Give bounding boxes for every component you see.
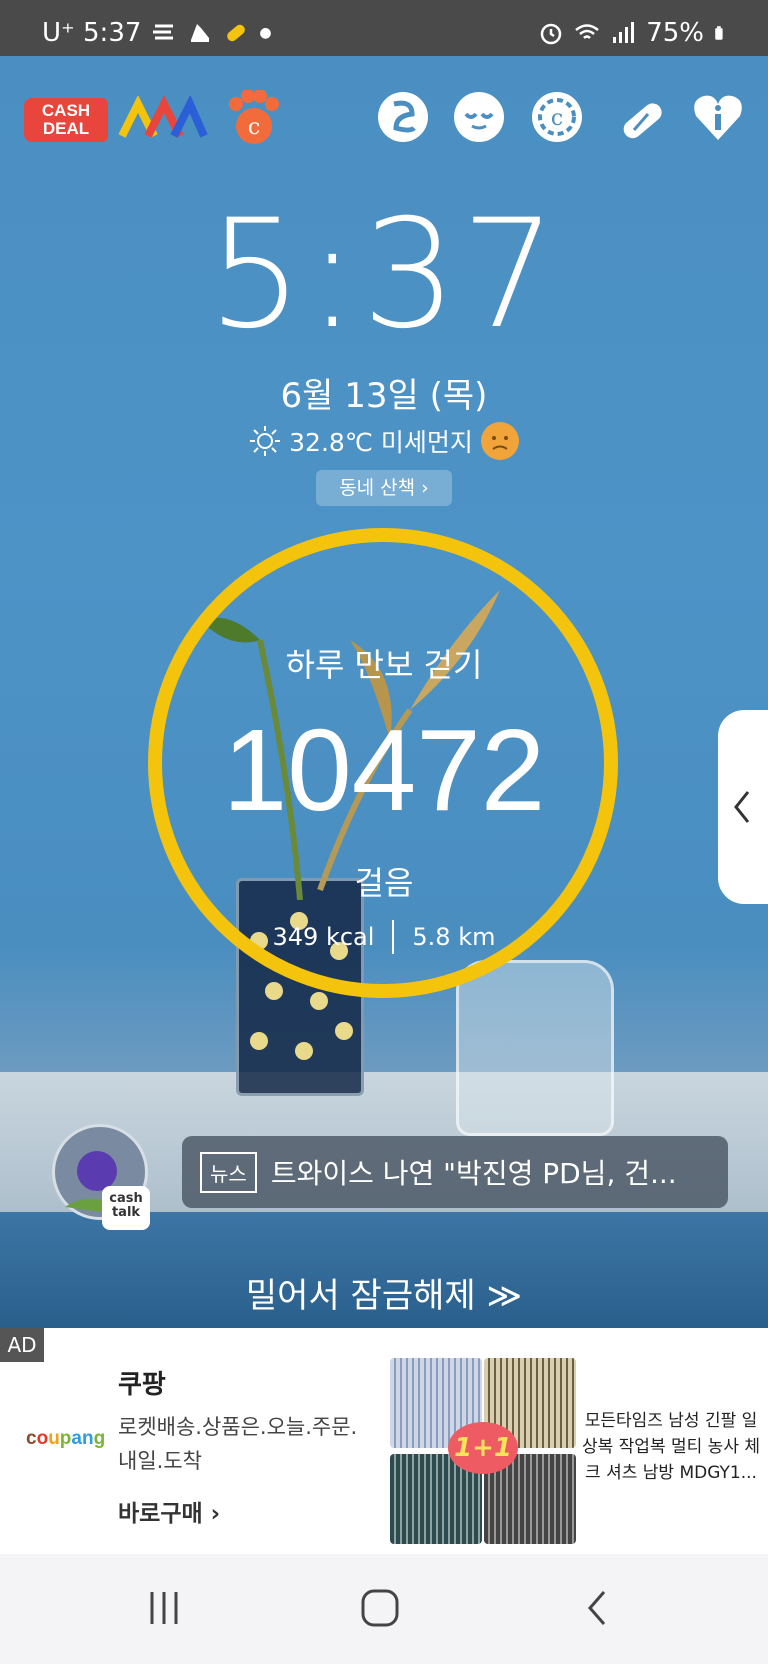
notification-dot: ● <box>259 25 272 41</box>
glass-jar-decor <box>456 960 614 1136</box>
dust-face-icon <box>480 422 519 460</box>
shoe-icon <box>191 24 210 42</box>
battery-percent: 75% <box>646 18 704 48</box>
coin-icon: c <box>538 98 576 136</box>
ad-banner[interactable]: AD coupang 쿠팡 로켓배송.상품은.오늘.주문.내일.도착 바로구매 … <box>0 1328 768 1554</box>
battery-icon <box>715 26 723 40</box>
sleepy-face-icon <box>464 112 494 130</box>
status-bar: U⁺ 5:37 ● 75% <box>0 0 768 56</box>
distance: 5.8 km <box>412 923 496 951</box>
ad-brand: 쿠팡 <box>118 1370 166 1400</box>
calories: 349 kcal <box>272 923 375 951</box>
weather-row: 32.8℃ 미세먼지 <box>0 422 768 460</box>
one-plus-one-badge: 1+1 <box>448 1422 518 1474</box>
weather-text: 32.8℃ 미세먼지 <box>289 428 473 457</box>
news-ticker[interactable]: 뉴스 트와이스 나연 "박진영 PD님, 건... <box>182 1136 728 1208</box>
side-panel-handle[interactable] <box>718 710 768 904</box>
ad-product-name: 모든타임즈 남성 긴팔 일상복 작업복 멀티 농사 체크 셔츠 남방 MDGY1… <box>581 1411 760 1483</box>
paw-app-icon[interactable]: c <box>226 90 282 146</box>
pill-app-icon[interactable] <box>614 92 670 148</box>
back-icon[interactable] <box>568 1584 628 1634</box>
step-unit: 걸음 <box>354 864 414 902</box>
cashdeal-label-1: CASH <box>41 101 91 120</box>
pill-icon <box>227 24 246 42</box>
svg-text:c: c <box>248 115 260 140</box>
lockscreen-clock: 5:37 <box>207 188 561 362</box>
signal-icon <box>613 22 635 43</box>
buy-now-link[interactable]: 바로구매 › <box>118 1494 220 1528</box>
pedometer-title: 하루 만보 걷기 <box>285 646 483 684</box>
shortcut-bar: CASH DEAL c c <box>0 90 768 160</box>
navigation-bar <box>0 1554 768 1664</box>
status-right: 75% <box>538 18 730 48</box>
recent-apps-icon[interactable] <box>134 1584 194 1634</box>
news-tag: 뉴스 <box>200 1151 257 1193</box>
heart-info-app-icon[interactable] <box>690 90 746 146</box>
status-left: U⁺ 5:37 ● <box>42 18 272 48</box>
wifi-icon <box>575 24 599 39</box>
face-app-icon[interactable] <box>454 92 504 142</box>
swirl-app-icon[interactable] <box>378 92 428 142</box>
coupang-logo: coupang <box>26 1428 106 1449</box>
coin-app-icon[interactable]: c <box>532 92 582 142</box>
ad-product-image[interactable]: 1+1 <box>390 1358 576 1544</box>
cashdeal-label-2: DEAL <box>42 119 90 138</box>
rainbow-app-icon[interactable] <box>118 96 208 146</box>
ad-description: 로켓배송.상품은.오늘.주문.내일.도착 <box>118 1415 358 1473</box>
cashdeal-app-icon[interactable]: CASH DEAL <box>24 98 108 142</box>
stats-divider <box>392 920 395 954</box>
ad-label: AD <box>0 1328 44 1362</box>
neighborhood-walk-button[interactable]: 동네 산책 › <box>316 470 452 506</box>
news-headline: 트와이스 나연 "박진영 PD님, 건... <box>270 1157 677 1190</box>
home-icon[interactable] <box>350 1584 410 1634</box>
cashtalk-label: cash talk <box>102 1186 150 1230</box>
alarm-icon <box>540 23 562 45</box>
pedometer-stats: 349 kcal 5.8 km <box>0 920 768 954</box>
svg-text:c: c <box>551 106 563 131</box>
swirl-icon <box>393 100 416 133</box>
stripes-icon <box>153 24 174 40</box>
step-count: 10472 <box>222 705 546 835</box>
carrier-time: U⁺ 5:37 <box>42 18 142 48</box>
slide-to-unlock[interactable]: 밀어서 잠금해제 ≫ <box>0 1268 768 1317</box>
chevron-left-icon <box>734 791 750 823</box>
lockscreen-date: 6월 13일 (목) <box>280 376 488 416</box>
sun-icon <box>250 426 281 456</box>
